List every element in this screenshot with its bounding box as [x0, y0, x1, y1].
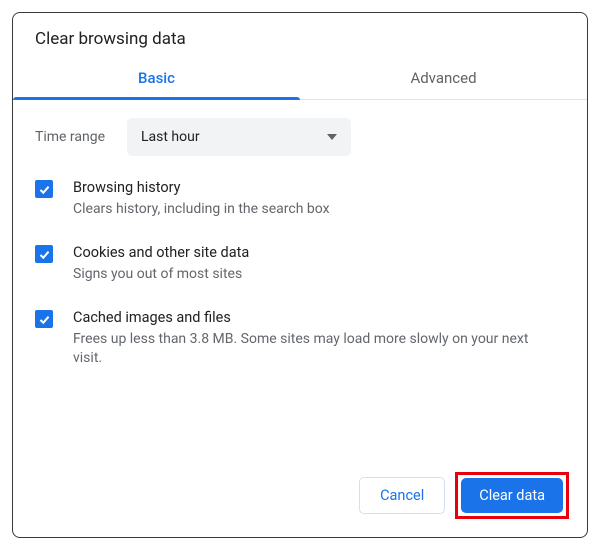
cancel-button[interactable]: Cancel [359, 477, 445, 514]
option-title: Cached images and files [73, 308, 543, 328]
option-text: Browsing history Clears history, includi… [73, 178, 330, 219]
checkbox-cookies[interactable] [35, 245, 53, 263]
time-range-select[interactable]: Last hour [127, 118, 351, 156]
option-desc: Frees up less than 3.8 MB. Some sites ma… [73, 330, 543, 369]
option-cache: Cached images and files Frees up less th… [35, 308, 565, 369]
dialog-title: Clear browsing data [13, 13, 587, 59]
option-browsing-history: Browsing history Clears history, includi… [35, 178, 565, 219]
highlight-box: Clear data [455, 472, 569, 519]
time-range-label: Time range [35, 129, 127, 145]
chevron-down-icon [327, 134, 337, 140]
check-icon [38, 183, 51, 196]
check-icon [38, 313, 51, 326]
dialog-body: Time range Last hour Browsing history Cl… [13, 100, 587, 369]
dialog-footer: Cancel Clear data [359, 472, 569, 519]
option-text: Cookies and other site data Signs you ou… [73, 243, 249, 284]
check-icon [38, 248, 51, 261]
tab-basic[interactable]: Basic [13, 59, 300, 99]
checkbox-browsing-history[interactable] [35, 180, 53, 198]
tab-advanced-label: Advanced [410, 69, 476, 87]
option-desc: Clears history, including in the search … [73, 200, 330, 220]
clear-browsing-data-dialog: Clear browsing data Basic Advanced Time … [12, 12, 588, 538]
option-title: Browsing history [73, 178, 330, 198]
tab-basic-label: Basic [138, 69, 175, 87]
tab-advanced[interactable]: Advanced [300, 59, 587, 99]
option-desc: Signs you out of most sites [73, 265, 249, 285]
active-tab-indicator [13, 97, 300, 100]
option-title: Cookies and other site data [73, 243, 249, 263]
screenshot-frame: Clear browsing data Basic Advanced Time … [0, 0, 600, 550]
option-cookies: Cookies and other site data Signs you ou… [35, 243, 565, 284]
time-range-row: Time range Last hour [35, 118, 565, 156]
option-text: Cached images and files Frees up less th… [73, 308, 543, 369]
tab-bar: Basic Advanced [13, 59, 587, 100]
time-range-value: Last hour [141, 129, 200, 145]
checkbox-cache[interactable] [35, 310, 53, 328]
clear-data-button[interactable]: Clear data [461, 478, 563, 513]
